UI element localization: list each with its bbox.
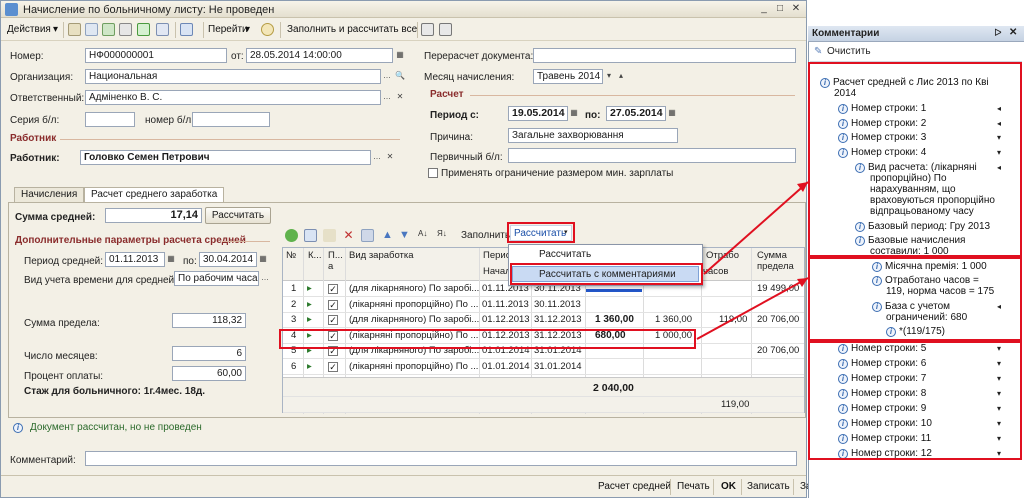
clear-button[interactable]: Очистить: [827, 46, 871, 57]
footer-save-button[interactable]: Записать: [747, 480, 790, 494]
comments-highlight-mid: [808, 257, 1022, 341]
comments-title-bar: Комментарии ᐅ ✕: [808, 26, 1024, 42]
status-info: Документ рассчитан, но не проведен: [30, 422, 202, 433]
footer-bar: Расчет средней Печать OK Записать Закрыт…: [1, 475, 839, 497]
info-icon: i: [13, 422, 26, 433]
footer-ok-button[interactable]: OK: [721, 480, 736, 494]
arrow-line-1: [703, 181, 809, 275]
comments-close-icon[interactable]: ✕: [1009, 27, 1017, 38]
arrow-line-2: [696, 277, 809, 340]
comments-pin-icon[interactable]: ᐅ: [994, 28, 1002, 39]
comment-field[interactable]: [85, 451, 797, 466]
comments-title: Комментарии: [812, 28, 880, 39]
clear-icon[interactable]: ✎: [814, 46, 822, 57]
comment-label: Комментарий:: [10, 455, 76, 466]
footer-print-button[interactable]: Печать: [677, 480, 710, 494]
footer-avg-button[interactable]: Расчет средней: [598, 480, 671, 494]
comments-highlight-top: [808, 62, 1022, 257]
comments-highlight-bottom: [808, 341, 1022, 460]
